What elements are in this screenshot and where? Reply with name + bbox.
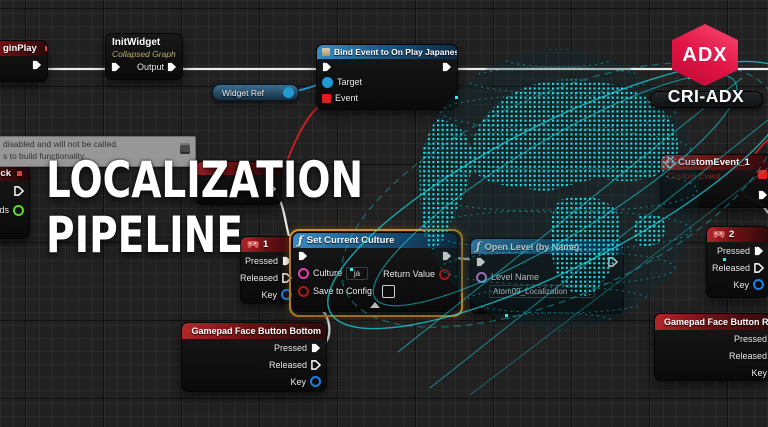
exec-out-pin[interactable]	[758, 190, 768, 200]
custom-event-icon	[664, 156, 676, 169]
adx-logo-label: ADX	[682, 43, 728, 66]
function-icon: ƒ	[476, 240, 481, 253]
node-gamepad-face-button-right-title: Gamepad Face Button Right	[664, 317, 768, 327]
exec-out-pin[interactable]	[32, 60, 42, 70]
culture-label: Culture	[313, 268, 343, 278]
edge-event-pin-label: ds	[0, 205, 9, 215]
exec-out-pin[interactable]	[608, 257, 618, 267]
delegate-pin[interactable]	[758, 170, 767, 179]
save-to-config-checkbox[interactable]	[382, 284, 396, 298]
gamepad-icon	[713, 230, 725, 238]
node-key-2[interactable]: 2 Pressed Released Key	[706, 226, 768, 298]
released-exec-pin[interactable]	[754, 262, 764, 273]
key-label: Key	[290, 376, 306, 387]
key-label: Key	[733, 279, 749, 290]
node-custom-event-1[interactable]: CustomEvent_1 Custom Event	[660, 154, 768, 208]
pressed-label: Pressed	[716, 245, 750, 256]
released-label: Released	[711, 262, 750, 273]
headline-line-2: PIPELINE	[46, 206, 243, 264]
tooltip-line-1: disabled and will not be called.	[3, 139, 119, 149]
headline-line-1: LOCALIZATION	[46, 151, 364, 209]
node-initwidget-subtitle: Collapsed Graph	[112, 49, 176, 59]
exec-out-pin[interactable]	[14, 186, 24, 196]
brand-name: CRI-ADX	[667, 86, 745, 106]
node-beginplay[interactable]: ginPlay	[0, 40, 48, 82]
widget-ref-label: Widget Ref	[222, 87, 265, 98]
exec-out-pin[interactable]	[442, 62, 452, 72]
node-initwidget-title: InitWidget	[112, 37, 161, 48]
output-pin-label: Output	[136, 62, 164, 72]
key-label: Key	[751, 367, 767, 378]
released-exec-pin[interactable]	[311, 359, 321, 370]
node-edge-event[interactable]: ck ds	[0, 165, 30, 239]
event-icon	[42, 44, 47, 53]
node-custom-event-1-title: CustomEvent_1	[678, 157, 750, 168]
level-name-pin[interactable]	[476, 271, 487, 283]
save-to-config-pin[interactable]	[298, 285, 309, 297]
edge-event-data-pin[interactable]	[13, 204, 24, 216]
node-beginplay-header: ginPlay	[0, 41, 47, 56]
pressed-label: Pressed	[733, 333, 767, 344]
headline: LOCALIZATION PIPELINE	[46, 153, 453, 263]
target-pin[interactable]	[322, 76, 333, 88]
event-icon	[15, 169, 24, 178]
blueprint-canvas[interactable]: ginPlay InitWidget Collapsed Graph Outpu…	[0, 0, 768, 427]
node-beginplay-title: ginPlay	[3, 43, 37, 54]
bind-event-icon	[322, 48, 330, 56]
exec-out-pin[interactable]	[167, 62, 177, 72]
pressed-label: Pressed	[273, 342, 307, 353]
node-open-level-title: Open Level (by Name)	[484, 241, 580, 252]
exec-in-pin[interactable]	[111, 62, 121, 72]
node-widget-ref[interactable]: Widget Ref	[212, 84, 299, 101]
node-gamepad-face-button-bottom-title: Gamepad Face Button Bottom	[191, 326, 321, 336]
node-gamepad-face-button-bottom[interactable]: Gamepad Face Button Bottom Pressed Relea…	[181, 322, 327, 392]
pressed-exec-pin[interactable]	[311, 343, 321, 353]
exec-in-pin[interactable]	[476, 257, 486, 267]
event-delegate-pin[interactable]	[322, 93, 331, 103]
node-open-level[interactable]: ƒ Open Level (by Name) Level Name Atom09…	[470, 238, 624, 314]
key-label: Key	[261, 289, 277, 300]
released-label: Released	[268, 359, 307, 370]
return-value-label: Return Value	[383, 269, 435, 279]
return-value-pin[interactable]	[439, 268, 450, 280]
released-label: Released	[239, 272, 278, 283]
released-label: Released	[728, 350, 767, 361]
level-name-input[interactable]: Atom09_Localization	[489, 285, 595, 298]
event-pin-label: Event	[335, 93, 359, 103]
target-pin-label: Target	[337, 77, 363, 87]
node-bind-event-title: Bind Event to On Play Japanese	[334, 47, 457, 57]
collapse-arrow-icon[interactable]	[370, 302, 380, 308]
pressed-exec-pin[interactable]	[754, 246, 764, 256]
widget-ref-out-pin[interactable]	[283, 87, 294, 98]
custom-event-subtitle: Custom Event	[667, 171, 721, 181]
node-edge-event-title: ck	[0, 168, 11, 179]
node-gamepad-face-button-right[interactable]: Gamepad Face Button Right Pressed Releas…	[654, 313, 768, 381]
save-to-config-label: Save to Config	[313, 286, 373, 296]
node-initwidget[interactable]: InitWidget Collapsed Graph Output	[105, 33, 183, 80]
node-bind-event[interactable]: Bind Event to On Play Japanese Target Ev…	[316, 44, 458, 110]
culture-input[interactable]: ja	[346, 266, 369, 280]
node-key-2-title: 2	[729, 229, 735, 240]
key-pin[interactable]	[310, 376, 321, 387]
key-pin[interactable]	[753, 279, 764, 290]
exec-in-pin[interactable]	[322, 62, 332, 72]
level-name-label: Level Name	[491, 272, 540, 282]
culture-pin[interactable]	[298, 267, 309, 279]
